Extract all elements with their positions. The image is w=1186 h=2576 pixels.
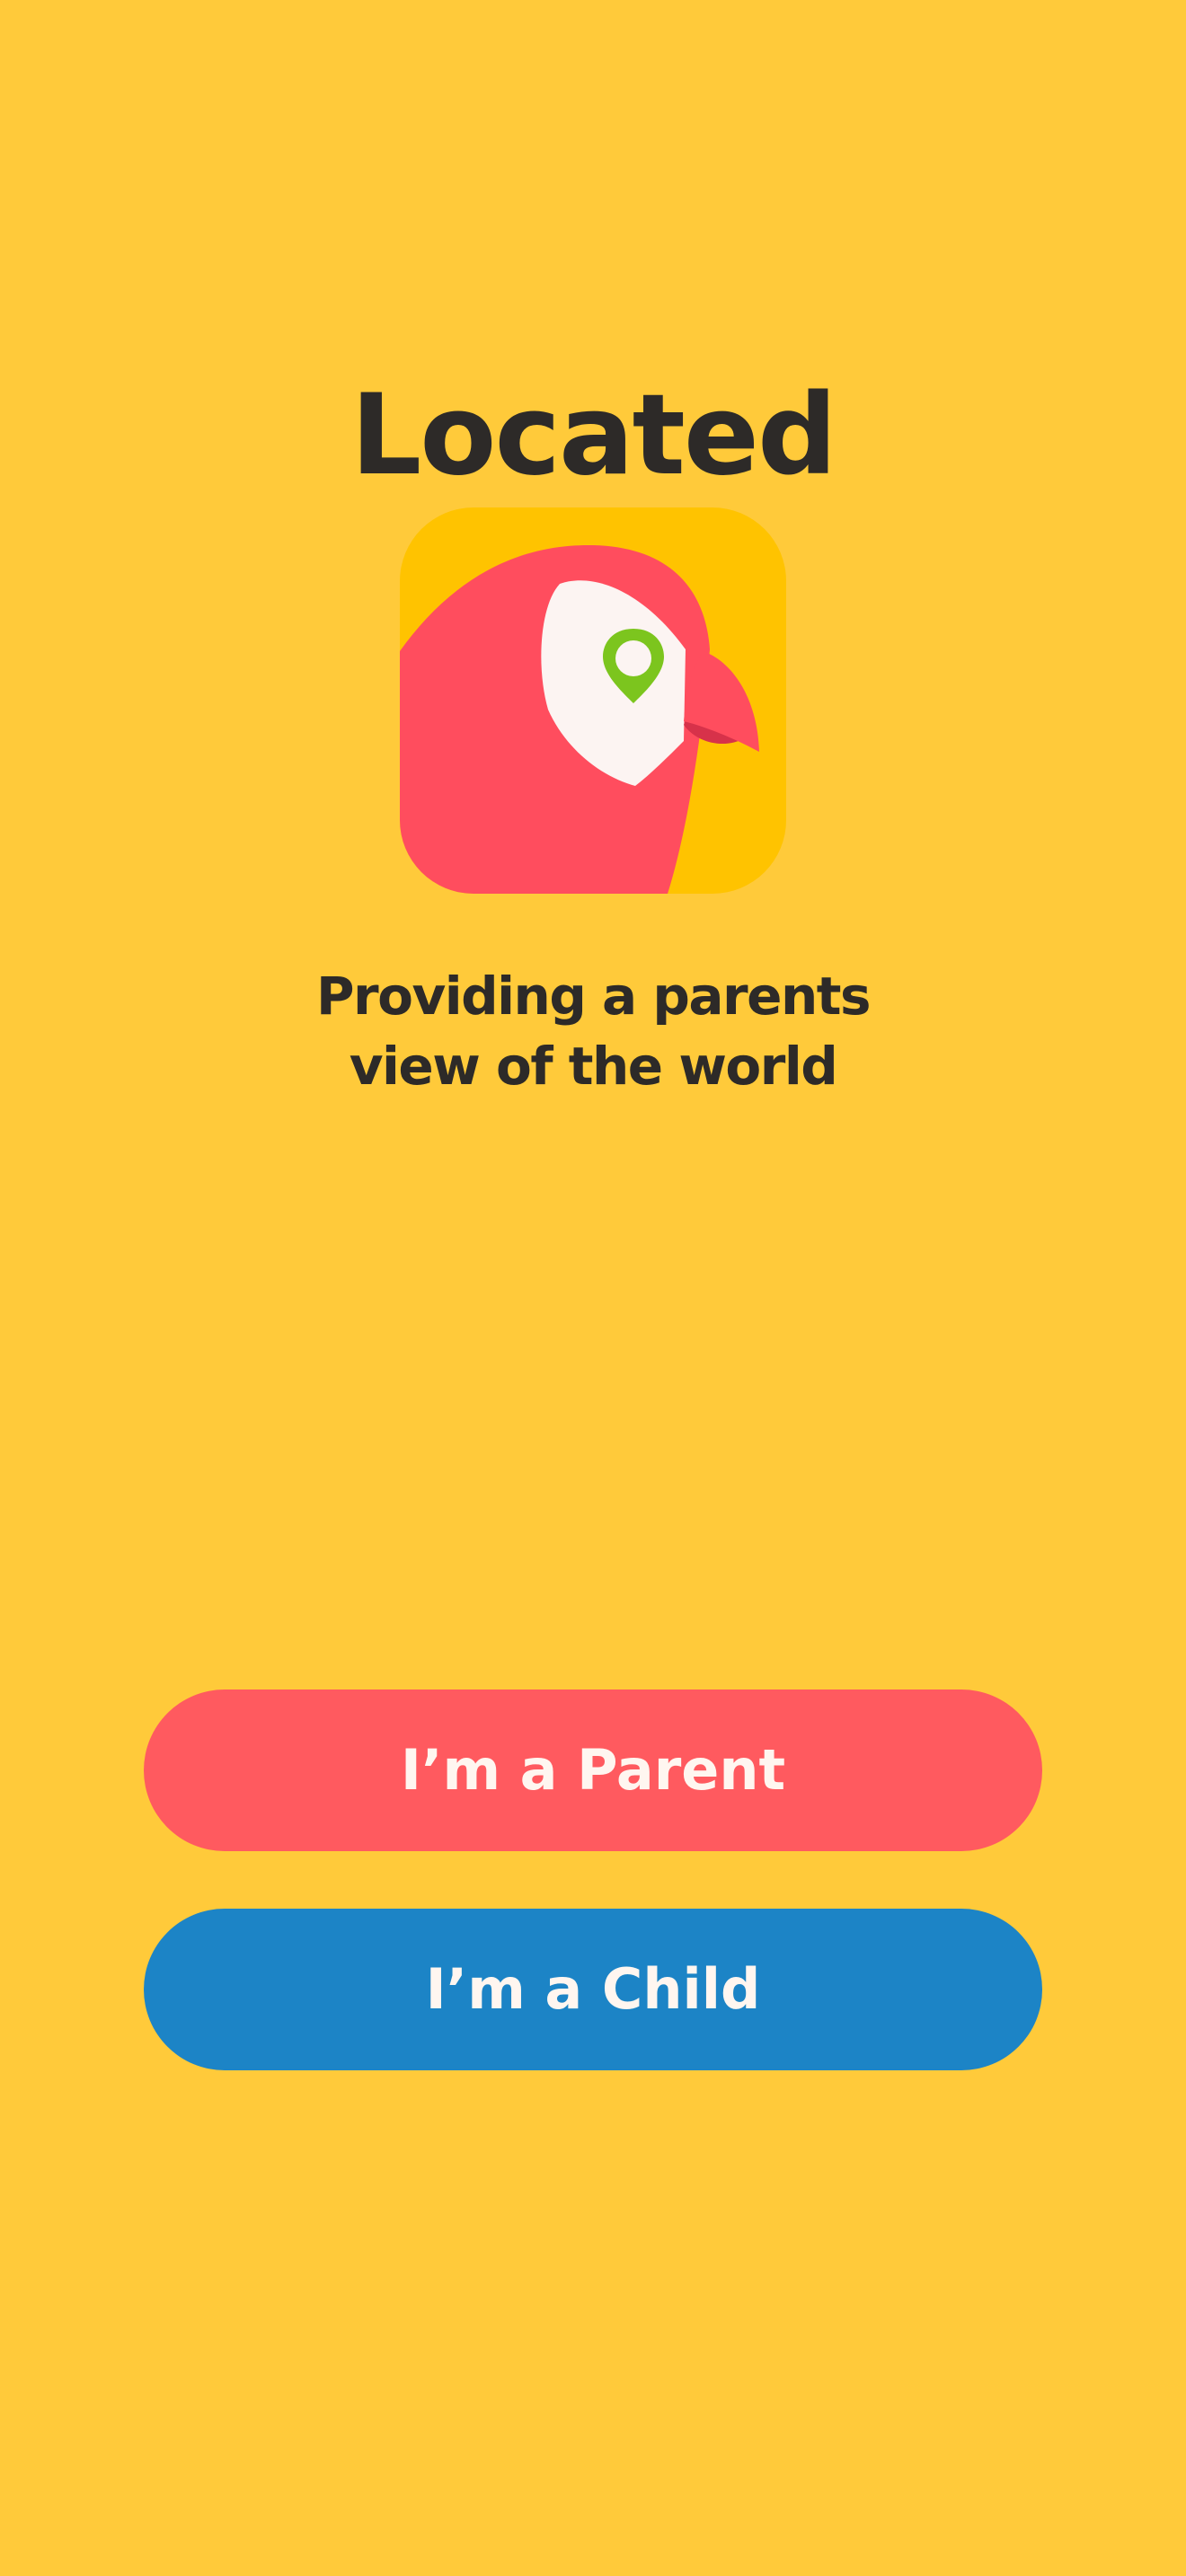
tagline: Providing a parents view of the world (0, 961, 1186, 1101)
parent-button[interactable]: I’m a Parent (144, 1689, 1042, 1851)
app-title: Located (350, 371, 837, 500)
location-pin-center (615, 640, 651, 676)
tagline-line-1: Providing a parents (315, 966, 872, 1027)
child-button[interactable]: I’m a Child (144, 1909, 1042, 2070)
app-logo (400, 507, 786, 894)
parrot-location-pin-icon (400, 507, 786, 894)
tagline-line-2: view of the world (349, 1036, 838, 1097)
